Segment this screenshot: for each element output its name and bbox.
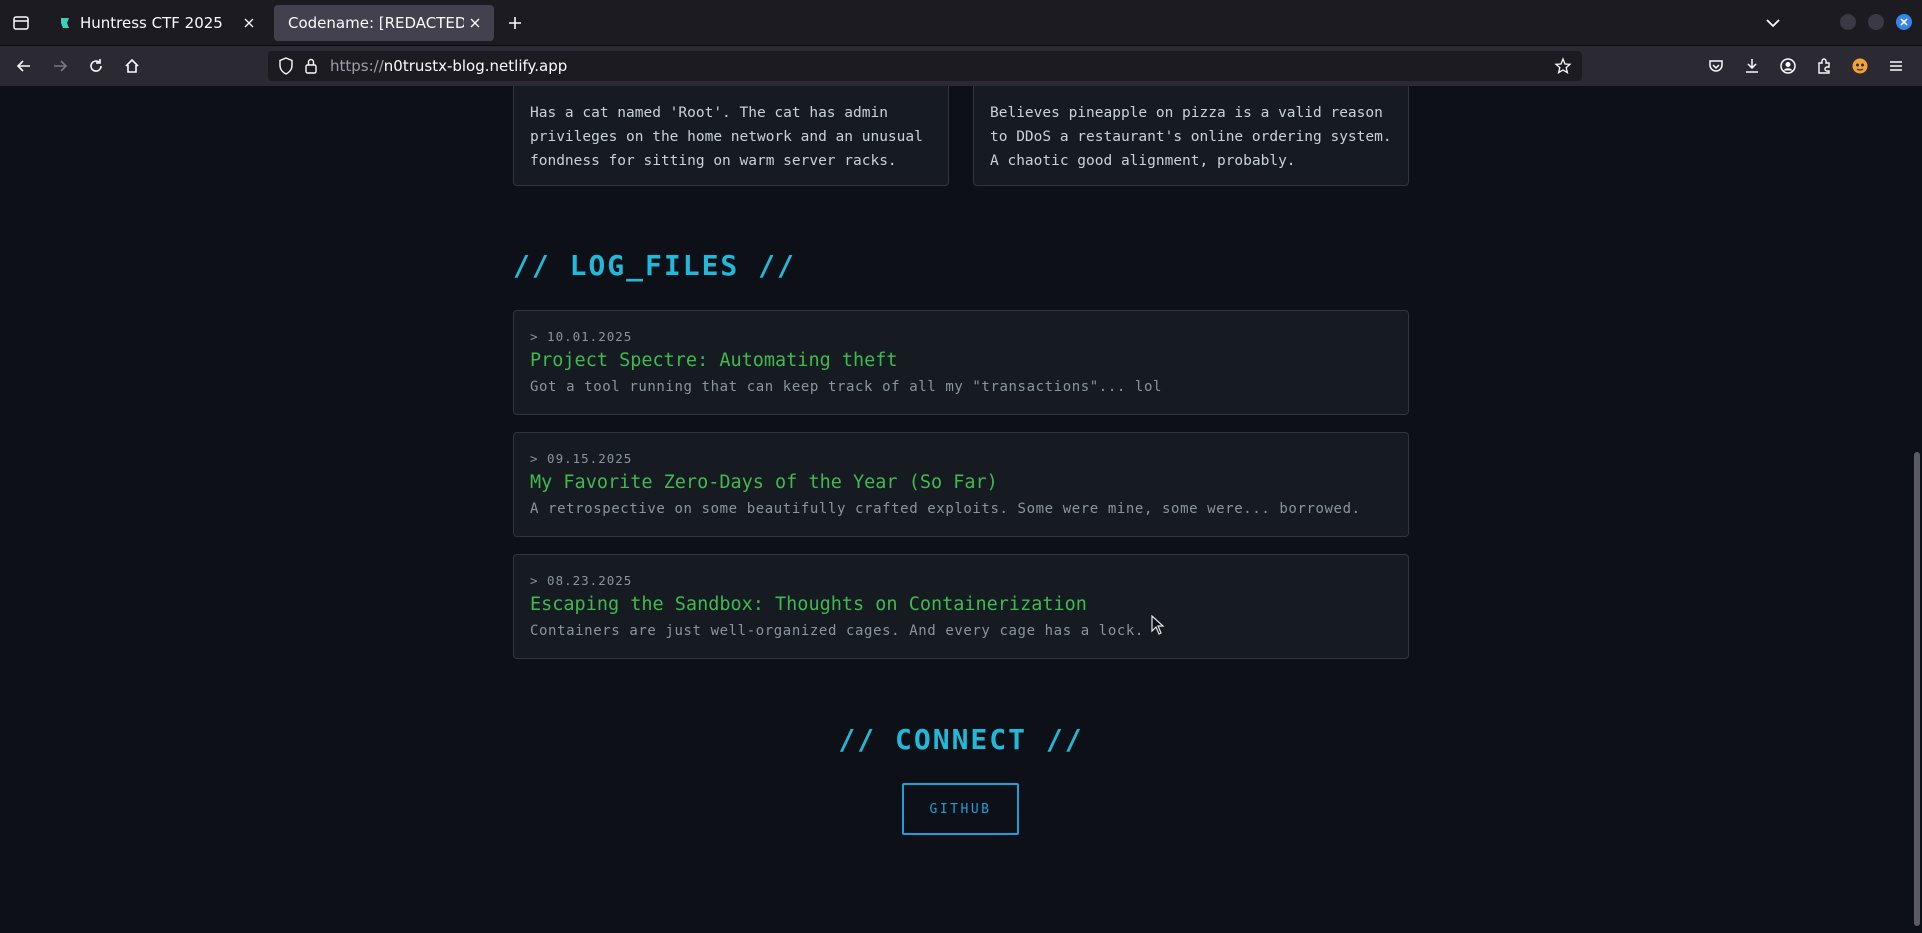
reload-icon[interactable] (84, 54, 108, 78)
huntress-favicon-icon (58, 16, 72, 30)
post-description: Got a tool running that can keep track o… (530, 379, 1163, 395)
github-button[interactable]: GITHUB (902, 783, 1019, 835)
url-text[interactable]: https://n0trustx-blog.netlify.app (330, 57, 567, 75)
post-title-link[interactable]: My Favorite Zero-Days of the Year (So Fa… (530, 472, 998, 493)
fact-card: Believes pineapple on pizza is a valid r… (973, 86, 1409, 186)
post-description: Containers are just well-organized cages… (530, 623, 1144, 639)
extension-avatar-icon[interactable] (1848, 54, 1872, 78)
minimize-button[interactable] (1840, 14, 1856, 30)
bookmark-star-icon[interactable] (1554, 57, 1572, 79)
account-icon[interactable] (1776, 54, 1800, 78)
log-files-heading: // LOG_FILES // (513, 249, 796, 282)
home-icon[interactable] (120, 54, 144, 78)
address-bar[interactable]: https://n0trustx-blog.netlify.app (268, 51, 1582, 81)
mouse-pointer-icon (1151, 614, 1165, 639)
post-title-link[interactable]: Escaping the Sandbox: Thoughts on Contai… (530, 594, 1087, 615)
post-description: A retrospective on some beautifully craf… (530, 501, 1361, 517)
post-card[interactable]: > 10.01.2025 Project Spectre: Automating… (513, 310, 1409, 415)
fact-card: Has a cat named 'Root'. The cat has admi… (513, 86, 949, 186)
extensions-icon[interactable] (1812, 54, 1836, 78)
scrollbar-thumb[interactable] (1914, 452, 1920, 926)
forward-arrow-icon[interactable] (48, 54, 72, 78)
back-arrow-icon[interactable] (12, 54, 36, 78)
maximize-button[interactable] (1868, 14, 1884, 30)
navigation-bar: https://n0trustx-blog.netlify.app (0, 46, 1922, 86)
close-tab-icon[interactable] (464, 12, 486, 34)
post-card[interactable]: > 09.15.2025 My Favorite Zero-Days of th… (513, 432, 1409, 537)
tab-list-icon[interactable] (8, 11, 34, 35)
fact-text: Has a cat named 'Root'. The cat has admi… (530, 105, 923, 169)
tab-bar: Huntress CTF 2025 Codename: [REDACTED] (0, 0, 1922, 46)
post-card[interactable]: > 08.23.2025 Escaping the Sandbox: Thoug… (513, 554, 1409, 659)
post-date: > 10.01.2025 (530, 329, 633, 344)
shield-icon[interactable] (278, 57, 294, 79)
close-window-button[interactable] (1896, 14, 1912, 30)
chevron-down-icon[interactable] (1762, 12, 1784, 34)
post-date: > 08.23.2025 (530, 573, 633, 588)
tab-codename-redacted[interactable]: Codename: [REDACTED] (274, 5, 494, 41)
downloads-icon[interactable] (1740, 54, 1764, 78)
close-tab-icon[interactable] (238, 12, 260, 34)
tab-label: Huntress CTF 2025 (80, 14, 223, 32)
hamburger-menu-icon[interactable] (1884, 54, 1908, 78)
lock-icon[interactable] (304, 57, 318, 79)
fact-text: Believes pineapple on pizza is a valid r… (990, 105, 1392, 169)
post-date: > 09.15.2025 (530, 451, 633, 466)
url-host: n0trustx-blog.netlify.app (383, 57, 568, 75)
tab-label: Codename: [REDACTED] (288, 14, 464, 32)
post-title-link[interactable]: Project Spectre: Automating theft (530, 350, 898, 371)
new-tab-icon[interactable] (502, 11, 528, 35)
pocket-icon[interactable] (1704, 54, 1728, 78)
url-scheme: https:// (330, 57, 384, 75)
page-content: Has a cat named 'Root'. The cat has admi… (0, 86, 1922, 933)
connect-heading: // CONNECT // (838, 723, 1084, 756)
tab-huntress-ctf[interactable]: Huntress CTF 2025 (44, 5, 268, 41)
